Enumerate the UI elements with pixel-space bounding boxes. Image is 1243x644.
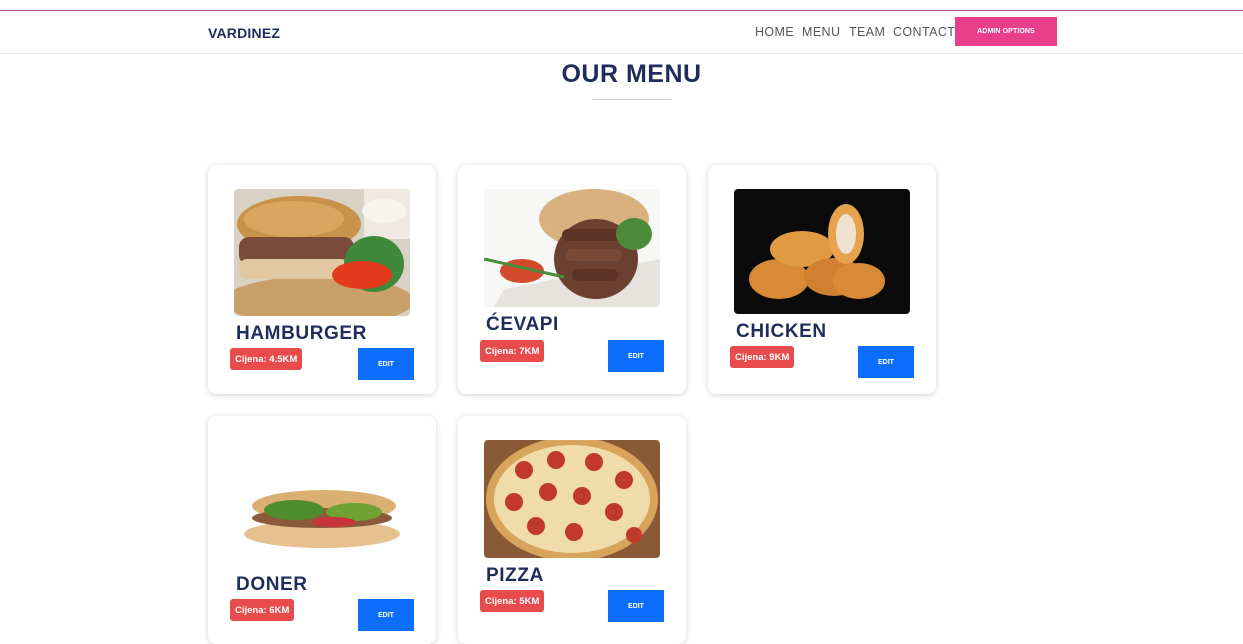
nav-home[interactable]: HOME bbox=[755, 25, 794, 39]
doner-photo bbox=[234, 440, 410, 568]
page-title: OUR MENU bbox=[561, 60, 702, 88]
menu-card-doner: DONER Cijena: 6KM EDIT bbox=[208, 416, 436, 644]
edit-button[interactable]: EDIT bbox=[358, 599, 414, 631]
edit-button[interactable]: EDIT bbox=[608, 340, 664, 372]
edit-button[interactable]: EDIT bbox=[358, 348, 414, 380]
price-badge: Cijena: 4.5KM bbox=[230, 348, 303, 370]
price-badge: Cijena: 7KM bbox=[480, 340, 545, 362]
menu-card-hamburger: HAMBURGER Cijena: 4.5KM EDIT bbox=[208, 165, 436, 394]
hamburger-photo bbox=[234, 189, 410, 316]
menu-card-pizza: PIZZA Cijena: 5KM EDIT bbox=[458, 416, 686, 644]
price-badge: Cijena: 5KM bbox=[480, 590, 545, 612]
menu-item-name: HAMBURGER bbox=[236, 323, 368, 344]
brand-logo[interactable]: VARDINEZ bbox=[208, 25, 280, 41]
admin-options-button[interactable]: ADMIN OPTIONS bbox=[955, 17, 1057, 46]
cevapi-photo bbox=[484, 189, 660, 307]
nav-contact[interactable]: CONTACT bbox=[893, 25, 955, 39]
title-divider bbox=[593, 99, 671, 100]
edit-button[interactable]: EDIT bbox=[858, 346, 914, 378]
menu-item-name: ĆEVAPI bbox=[486, 314, 559, 335]
edit-button[interactable]: EDIT bbox=[608, 590, 664, 622]
menu-item-name: DONER bbox=[236, 574, 308, 595]
menu-item-name: CHICKEN bbox=[736, 321, 827, 342]
price-badge: Cijena: 6KM bbox=[230, 599, 295, 621]
nav-menu[interactable]: MENU bbox=[802, 25, 840, 39]
navbar: VARDINEZ HOME MENU TEAM CONTACT ADMIN OP… bbox=[0, 11, 1243, 54]
pizza-photo bbox=[484, 440, 660, 558]
nav-team[interactable]: TEAM bbox=[849, 25, 885, 39]
chicken-nuggets-photo bbox=[734, 189, 910, 314]
menu-item-name: PIZZA bbox=[486, 565, 544, 586]
menu-card-cevapi: ĆEVAPI Cijena: 7KM EDIT bbox=[458, 165, 686, 394]
menu-card-chicken: CHICKEN Cijena: 9KM EDIT bbox=[708, 165, 936, 394]
price-badge: Cijena: 9KM bbox=[730, 346, 795, 368]
